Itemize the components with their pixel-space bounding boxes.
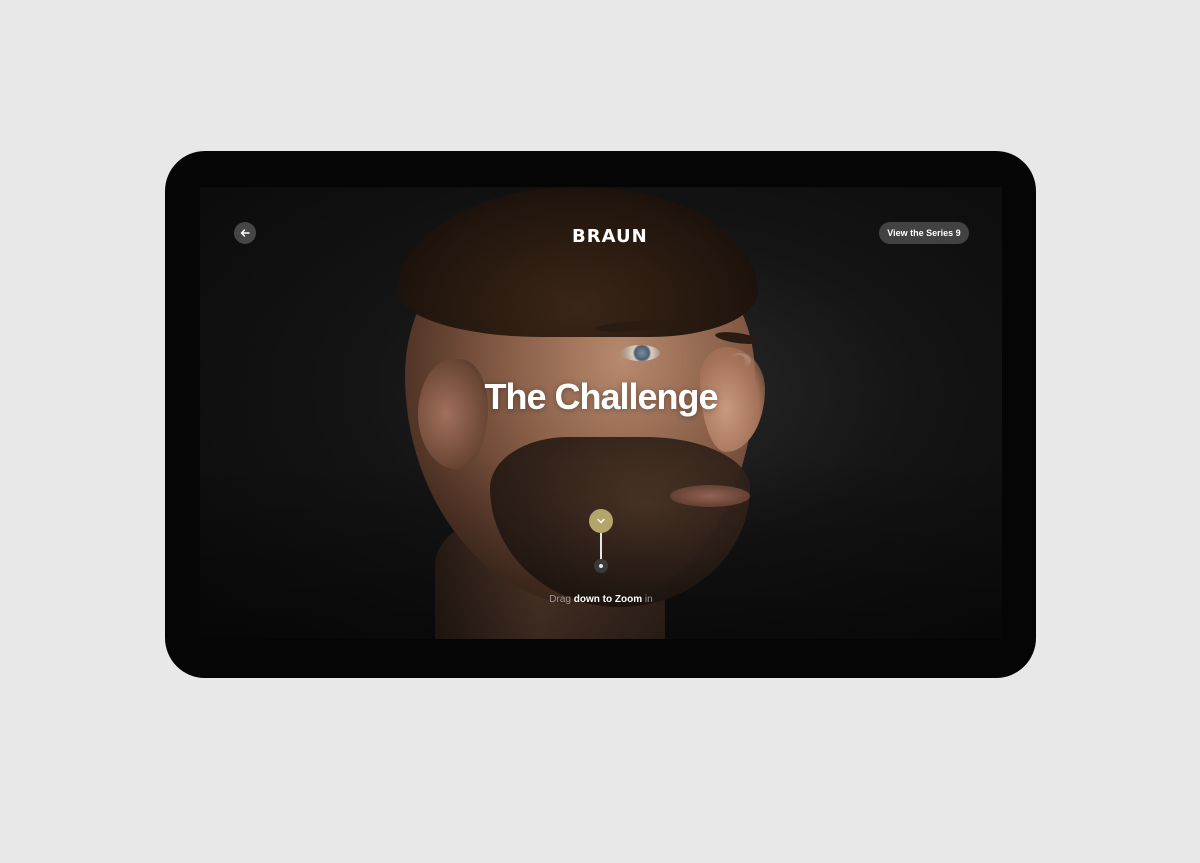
app-screen: BRAUN View the Series 9 The Challenge Dr… — [200, 187, 1002, 639]
page-title: The Challenge — [484, 376, 718, 417]
tablet-frame: BRAUN View the Series 9 The Challenge Dr… — [165, 151, 1036, 678]
hint-word: in — [644, 594, 653, 605]
arrow-left-icon — [240, 229, 250, 237]
view-series-9-button[interactable]: View the Series 9 — [879, 222, 969, 244]
hint-word-emphasis: Zoom — [614, 594, 643, 605]
braun-logo[interactable]: BRAUN — [572, 225, 647, 249]
drag-hint: Drag down to Zoom in — [450, 594, 752, 605]
hint-word-emphasis: down — [573, 594, 600, 605]
chevron-down-icon — [597, 518, 605, 524]
zoom-drag-handle[interactable] — [589, 509, 613, 533]
hint-word: Drag — [549, 594, 571, 605]
hint-word-emphasis: to — [602, 594, 613, 605]
drag-target — [594, 559, 608, 573]
view-series-9-label: View the Series 9 — [887, 228, 961, 238]
drag-target-dot — [599, 564, 603, 568]
back-button[interactable] — [234, 222, 256, 244]
